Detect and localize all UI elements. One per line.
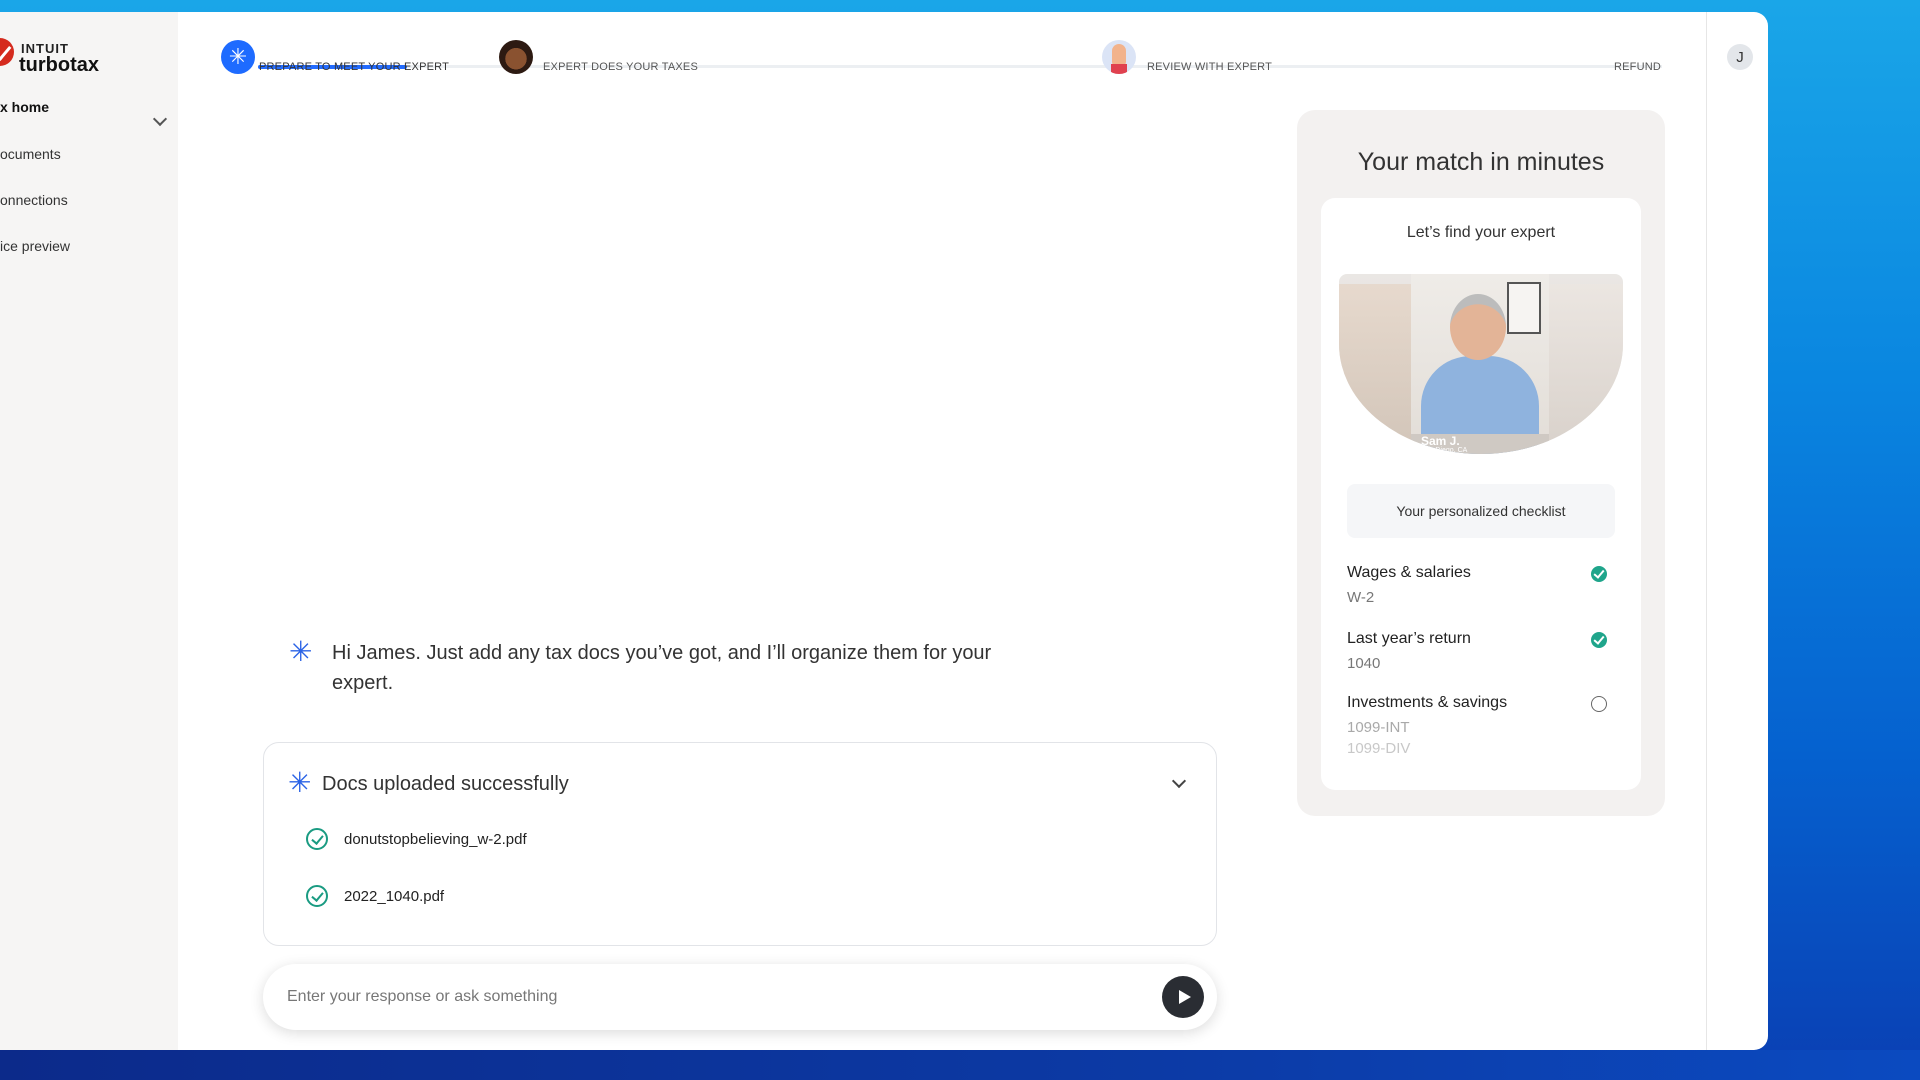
match-card: Let’s find your expert Sam J. San Diego,… [1321, 198, 1641, 790]
progress-track [258, 65, 1662, 68]
expert-avatar-icon [499, 40, 533, 74]
checklist-item-form: 1099-INT [1347, 719, 1410, 736]
wave-hand-icon [1102, 40, 1136, 74]
match-panel: Your match in minutes Let’s find your ex… [1297, 110, 1665, 816]
app-window: INTUIT turbotax x home ocuments onnectio… [0, 12, 1768, 1050]
step-refund: REFUND [1614, 61, 1662, 73]
doc-filename[interactable]: 2022_1040.pdf [344, 888, 444, 905]
desktop-background [0, 1050, 1920, 1080]
sidebar: INTUIT turbotax x home ocuments onnectio… [0, 12, 178, 1050]
chevron-down-icon[interactable] [152, 111, 168, 127]
sparkle-icon: ✳ [288, 767, 312, 798]
sidebar-item-price-preview[interactable]: ice preview [0, 238, 70, 254]
chat-input-bar [263, 964, 1217, 1030]
assistant-message: Hi James. Just add any tax docs you’ve g… [332, 642, 992, 694]
logo-turbotax-text: turbotax [19, 54, 99, 76]
chat-input[interactable] [287, 982, 1117, 1012]
chevron-down-icon[interactable] [1171, 773, 1187, 789]
sparkle-icon: ✳ [289, 636, 313, 667]
sidebar-item-connections[interactable]: onnections [0, 192, 68, 208]
checklist-item-label: Investments & savings [1347, 694, 1508, 711]
checklist-item-form: 1099-DIV [1347, 740, 1411, 757]
checkmark-logo-icon [0, 38, 14, 66]
match-title: Your match in minutes [1357, 148, 1605, 176]
expert-name: Sam J. [1421, 434, 1460, 448]
right-rail-divider [1706, 12, 1707, 1050]
sparkle-step-icon: ✳ [221, 40, 255, 74]
doc-filename[interactable]: donutstopbelieving_w-2.pdf [344, 831, 527, 848]
check-circle-icon [306, 828, 328, 850]
checklist-item-label: Last year’s return [1347, 630, 1471, 647]
checklist-title: Your personalized checklist [1347, 484, 1615, 538]
expert-location: San Diego, CA [1421, 447, 1468, 454]
find-expert-text: Let’s find your expert [1406, 224, 1556, 241]
check-done-icon [1591, 632, 1607, 648]
empty-circle-icon [1591, 696, 1607, 712]
check-done-icon [1591, 566, 1607, 582]
checklist-item-label: Wages & salaries [1347, 564, 1471, 581]
step-prepare: PREPARE TO MEET YOUR EXPERT [259, 61, 450, 73]
send-button[interactable] [1162, 976, 1204, 1018]
checklist-item: Wages & salaries W-2 [1347, 564, 1615, 606]
checklist-item-form: W-2 [1347, 589, 1375, 606]
sidebar-item-tax-home[interactable]: x home [0, 99, 49, 115]
checklist-item: Last year’s return 1040 [1347, 630, 1615, 672]
step-review: REVIEW WITH EXPERT [1147, 61, 1273, 73]
checklist-item: Investments & savings 1099-INT 1099-DIV [1347, 694, 1615, 757]
send-icon [1178, 990, 1191, 1004]
expert-photo: Sam J. San Diego, CA [1339, 274, 1623, 454]
user-avatar[interactable]: J [1727, 44, 1753, 70]
sidebar-item-documents[interactable]: ocuments [0, 146, 61, 162]
docs-card-title: Docs uploaded successfully [322, 773, 569, 795]
docs-upload-card: ✳ Docs uploaded successfully donutstopbe… [263, 742, 1217, 946]
step-expert-taxes: EXPERT DOES YOUR TAXES [543, 61, 698, 73]
turbotax-logo[interactable]: INTUIT turbotax [0, 28, 170, 76]
check-circle-icon [306, 885, 328, 907]
checklist-item-form: 1040 [1347, 655, 1381, 672]
